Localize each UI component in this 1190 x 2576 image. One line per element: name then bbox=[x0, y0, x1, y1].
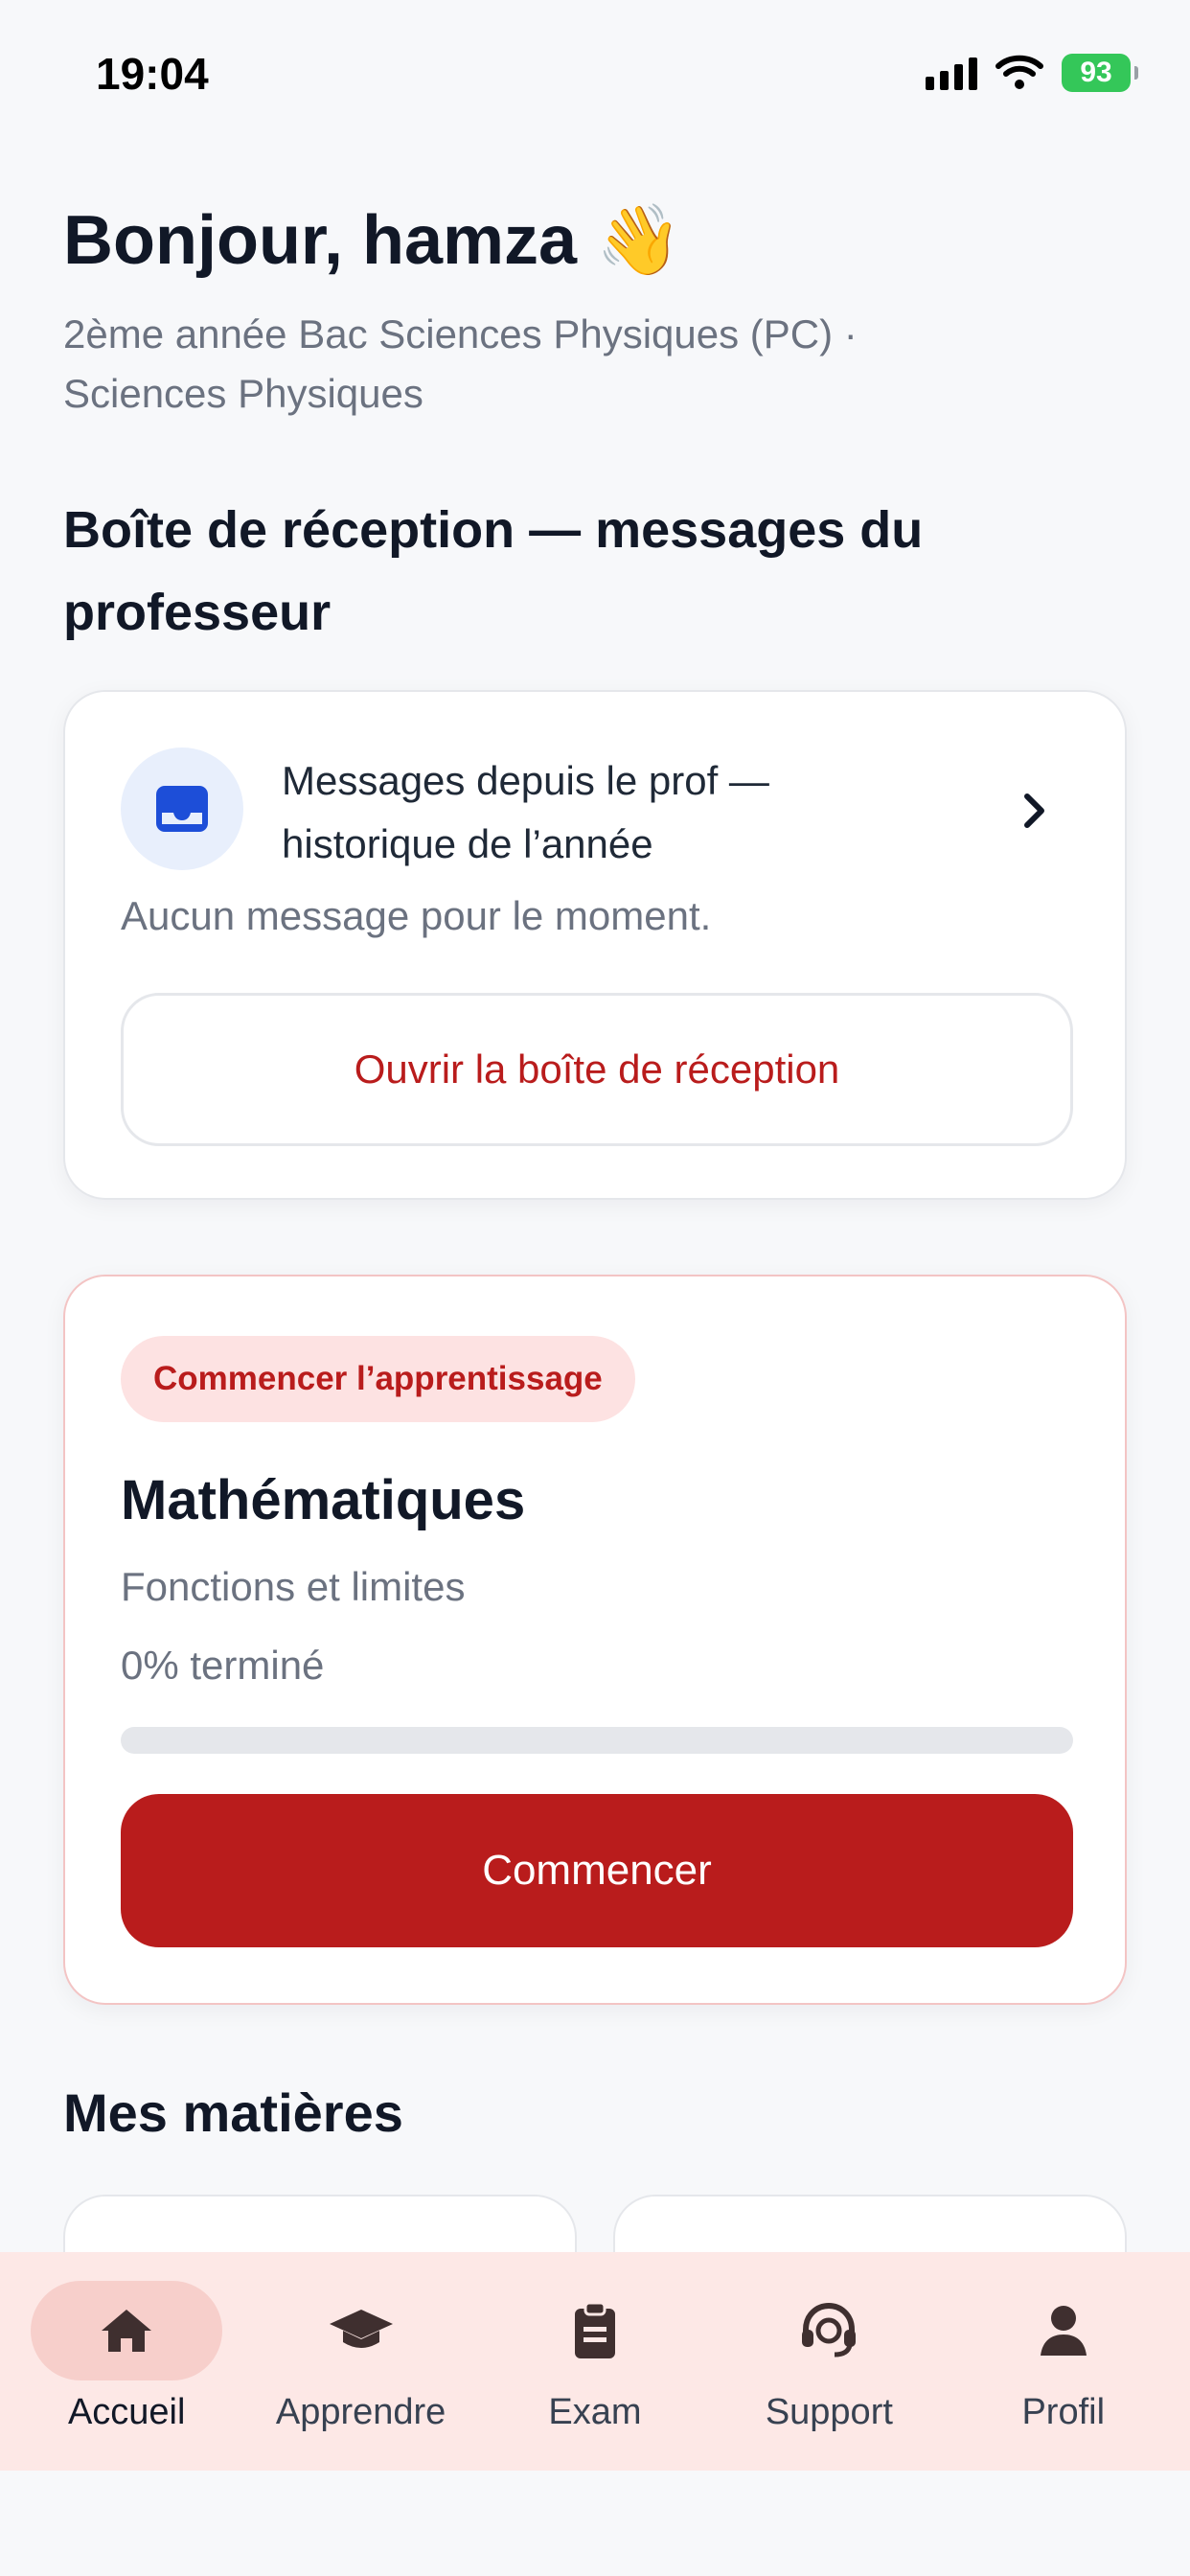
wifi-icon bbox=[995, 55, 1043, 89]
bottom-safe-area bbox=[0, 2471, 1190, 2576]
open-inbox-button[interactable]: Ouvrir la boîte de réception bbox=[121, 993, 1073, 1146]
nav-label: Accueil bbox=[67, 2392, 186, 2432]
inbox-section-title: Boîte de réception — messages du profess… bbox=[63, 501, 924, 641]
battery-level: 93 bbox=[1080, 57, 1112, 88]
chevron-right-icon[interactable] bbox=[1014, 790, 1056, 832]
clipboard-icon bbox=[499, 2281, 691, 2380]
subjects-title: Mes matières bbox=[63, 2082, 403, 2143]
greeting-subtitle: 2ème année Bac Sciences Physiques (PC) ·… bbox=[63, 311, 858, 416]
nav-label: Support bbox=[765, 2392, 893, 2432]
learning-status-badge: Commencer l’apprentissage bbox=[121, 1336, 635, 1422]
start-button[interactable]: Commencer bbox=[121, 1794, 1073, 1947]
nav-label: Profil bbox=[1021, 2392, 1106, 2432]
status-bar: 19:04 93 bbox=[0, 0, 1190, 144]
nav-label: Exam bbox=[548, 2392, 642, 2432]
inbox-icon bbox=[121, 748, 243, 870]
subject-title: Mathématiques bbox=[121, 1469, 526, 1531]
home-icon bbox=[31, 2281, 223, 2380]
inbox-card[interactable]: Messages depuis le prof — historique de … bbox=[63, 690, 1127, 1200]
graduation-cap-icon bbox=[265, 2281, 457, 2380]
progress-bar bbox=[121, 1727, 1073, 1754]
signal-icon bbox=[926, 56, 977, 90]
battery-icon: 93 bbox=[1062, 54, 1138, 92]
nav-item-support[interactable]: Support bbox=[719, 2281, 939, 2433]
nav-item-exam[interactable]: Exam bbox=[485, 2281, 705, 2433]
status-time: 19:04 bbox=[96, 49, 209, 99]
inbox-empty-text: Aucun message pour le moment. bbox=[121, 893, 712, 938]
inbox-card-title: Messages depuis le prof — historique de … bbox=[282, 758, 769, 866]
learning-card: Commencer l’apprentissage Mathématiques … bbox=[63, 1275, 1127, 2005]
nav-item-accueil[interactable]: Accueil bbox=[16, 2281, 237, 2433]
user-icon bbox=[968, 2281, 1159, 2380]
nav-item-profil[interactable]: Profil bbox=[953, 2281, 1174, 2433]
nav-item-apprendre[interactable]: Apprendre bbox=[251, 2281, 471, 2433]
status-icons: 93 bbox=[926, 54, 1138, 92]
progress-text: 0% terminé bbox=[121, 1643, 325, 1688]
nav-label: Apprendre bbox=[275, 2392, 446, 2432]
headset-icon bbox=[733, 2281, 925, 2380]
bottom-navigation: Accueil Apprendre Exam Support Profil bbox=[0, 2252, 1190, 2471]
greeting-title: Bonjour, hamza 👋 bbox=[63, 202, 682, 279]
chapter-title: Fonctions et limites bbox=[121, 1564, 466, 1609]
